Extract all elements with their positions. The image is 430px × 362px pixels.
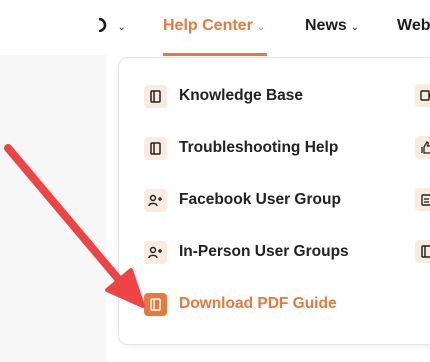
annotation-arrow bbox=[4, 144, 145, 308]
